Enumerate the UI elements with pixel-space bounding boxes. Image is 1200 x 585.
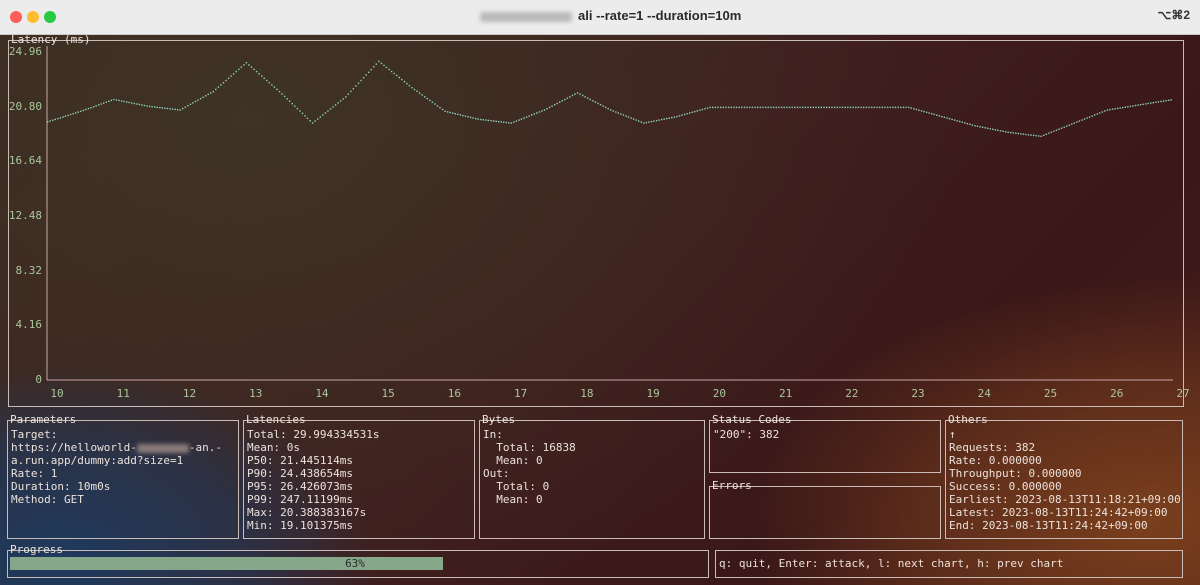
x-tick-label: 14 [315, 387, 329, 400]
duration-value: Duration: 10m0s [11, 480, 111, 493]
x-tick-label: 19 [646, 387, 660, 400]
status-codes-panel: Status Codes "200": 382 [709, 413, 941, 473]
x-tick-label: 23 [911, 387, 925, 400]
bytes-in-total: Total: 16838 [483, 441, 576, 454]
others-throughput: Throughput: 0.000000 [949, 467, 1082, 480]
redacted-username [480, 12, 572, 22]
y-tick-label: 16.64 [8, 154, 42, 168]
x-tick-label: 11 [116, 387, 130, 400]
latency-chart-panel: Latency (ms) [8, 33, 1184, 407]
parameters-title: Parameters [10, 413, 77, 426]
bytes-out-mean: Mean: 0 [483, 493, 543, 506]
close-window-button[interactable] [10, 11, 22, 23]
latency-max: Max: 20.388383167s [247, 506, 367, 519]
latencies-panel: Latencies Total: 29.994334531s Mean: 0s … [243, 413, 475, 539]
latency-p95: P95: 26.426073ms [247, 480, 353, 493]
x-tick-label: 13 [249, 387, 263, 400]
help-panel: q: quit, Enter: attack, l: next chart, h… [715, 550, 1183, 578]
y-tick-label: 4.16 [15, 318, 43, 332]
others-panel: Others ↑ Requests: 382 Rate: 0.000000 Th… [945, 413, 1183, 539]
status-code-200: "200": 382 [713, 428, 780, 441]
target-url-line1: https://helloworld- -an.- [11, 441, 222, 454]
latency-total: Total: 29.994334531s [247, 428, 380, 441]
latency-p99: P99: 247.11199ms [247, 493, 353, 506]
latency-mean: Mean: 0s [247, 441, 300, 454]
progress-title: Progress [10, 543, 63, 556]
x-tick-label: 16 [447, 387, 462, 400]
x-tick-label: 21 [778, 387, 793, 400]
status-codes-title: Status Codes [712, 413, 792, 426]
x-tick-label: 17 [514, 387, 528, 400]
target-url-line2: a.run.app/dummy:add?size=1 [11, 454, 184, 467]
others-end: End: 2023-08-13T11:24:42+09:00 [949, 519, 1148, 532]
minimize-window-button[interactable] [27, 11, 39, 23]
latency-min: Min: 19.101375ms [247, 519, 353, 532]
x-tick-label: 18 [580, 387, 594, 400]
others-scroll-indicator: ↑ [949, 428, 956, 441]
keyboard-help: q: quit, Enter: attack, l: next chart, h… [719, 557, 1064, 570]
y-tick-label: 20.80 [8, 99, 42, 113]
bytes-in-label: In: [483, 428, 503, 441]
x-tick-label: 24 [977, 387, 991, 400]
title-bar: ali --rate=1 --duration=10m ⌥⌘2 [0, 0, 1200, 35]
others-earliest: Earliest: 2023-08-13T11:18:21+09:00 [949, 493, 1181, 506]
y-tick-label: 0 [35, 373, 42, 386]
others-latest: Latest: 2023-08-13T11:24:42+09:00 [949, 506, 1168, 519]
latency-p90: P90: 24.438654ms [247, 467, 353, 480]
latencies-title: Latencies [246, 413, 306, 426]
latency-p50: P50: 21.445114ms [247, 454, 353, 467]
y-tick-label: 8.32 [15, 263, 43, 277]
bytes-out-label: Out: [483, 467, 510, 480]
bytes-out-total: Total: 0 [483, 480, 550, 493]
x-tick-label: 27 [1176, 387, 1190, 400]
parameters-panel: Parameters Target: https://helloworld- -a… [7, 413, 239, 539]
errors-panel: Errors [709, 479, 941, 539]
others-rate: Rate: 0.000000 [949, 454, 1042, 467]
y-tick-label: 12.48 [8, 209, 42, 222]
x-tick-label: 10 [50, 387, 64, 400]
target-url-mid: -an.- [188, 441, 222, 454]
y-tick-label: 24.96 [8, 45, 42, 58]
progress-percent: 63% [345, 557, 365, 570]
method-value: Method: GET [11, 493, 84, 506]
others-success: Success: 0.000000 [949, 480, 1062, 493]
x-tick-label: 20 [712, 387, 726, 400]
errors-title: Errors [712, 479, 752, 492]
x-tick-label: 26 [1110, 387, 1124, 400]
target-url-prefix: https://helloworld- [11, 441, 137, 454]
x-tick-label: 15 [381, 387, 395, 400]
others-requests: Requests: 382 [949, 441, 1036, 454]
rate-value: Rate: 1 [11, 467, 58, 480]
bytes-in-mean: Mean: 0 [483, 454, 543, 467]
x-tick-label: 25 [1043, 387, 1058, 400]
redacted-url-part [136, 443, 189, 453]
target-label: Target: [11, 428, 58, 441]
others-title: Others [948, 413, 988, 426]
window-title: ali --rate=1 --duration=10m [578, 8, 742, 23]
x-tick-label: 12 [182, 387, 197, 400]
x-tick-label: 22 [845, 387, 859, 400]
zoom-window-button[interactable] [44, 11, 56, 23]
bytes-panel: Bytes In: Total: 16838 Mean: 0 Out: Tota… [479, 413, 705, 539]
window-shortcut: ⌥⌘2 [1157, 8, 1190, 22]
bytes-title: Bytes [482, 413, 516, 426]
terminal-window: ali --rate=1 --duration=10m ⌥⌘2 Latency … [0, 0, 1200, 585]
